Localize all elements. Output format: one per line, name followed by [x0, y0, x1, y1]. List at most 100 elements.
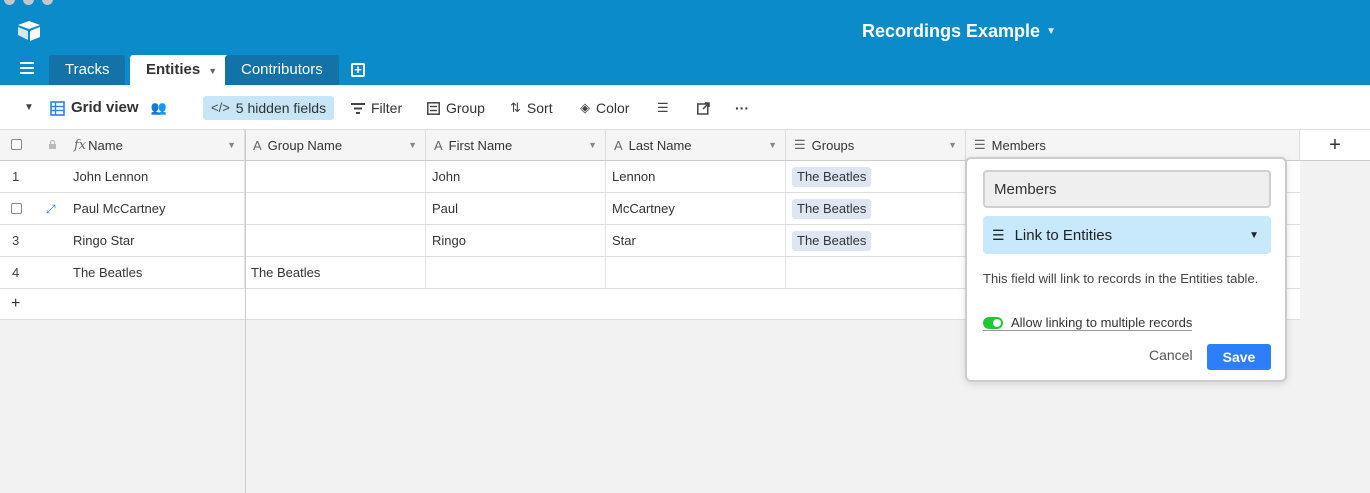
expand-record-icon[interactable]: ⤢ — [46, 202, 56, 217]
field-type-select[interactable]: ☰ Link to Entities ▼ — [983, 216, 1271, 254]
share-view-button[interactable] — [697, 96, 710, 120]
sort-button[interactable]: ⇅ Sort — [510, 96, 553, 120]
linked-record-chip[interactable]: The Beatles — [792, 199, 872, 219]
add-field-button[interactable]: + — [1300, 130, 1370, 161]
chevron-down-icon[interactable]: ▼ — [768, 140, 777, 150]
linked-record-chip[interactable]: The Beatles — [792, 167, 872, 187]
cell-group-name[interactable] — [245, 193, 426, 225]
column-header-groups[interactable]: ☰ Groups ▼ — [786, 130, 966, 161]
ellipsis-icon: ··· — [735, 100, 749, 116]
multiple-records-toggle-row[interactable]: Allow linking to multiple records — [983, 315, 1193, 331]
row-height-icon: ☰ — [657, 100, 669, 115]
formula-icon: fx — [74, 137, 87, 153]
view-switcher-toggle[interactable]: ▼ — [24, 96, 34, 120]
link-field-icon: ☰ — [794, 137, 806, 152]
cell-first-name[interactable] — [426, 257, 606, 289]
column-label: Group Name — [267, 137, 343, 153]
cell-first-name[interactable]: Paul — [426, 193, 606, 225]
lock-icon — [49, 140, 56, 149]
base-title[interactable]: Recordings Example ▼ — [862, 21, 1056, 42]
row-number: 4 — [12, 265, 20, 280]
chevron-down-icon[interactable]: ▼ — [948, 140, 957, 150]
column-label: Name — [88, 137, 123, 153]
chevron-down-icon[interactable]: ▼ — [227, 140, 236, 150]
chevron-down-icon[interactable]: ▼ — [208, 66, 217, 76]
add-record-icon[interactable]: + — [11, 295, 20, 313]
collaborators-icon[interactable]: 👥 — [151, 96, 167, 120]
select-all-checkbox[interactable] — [11, 139, 22, 150]
cell-groups[interactable] — [786, 257, 966, 289]
cell-group-name[interactable] — [245, 225, 426, 257]
filter-icon — [351, 102, 365, 114]
cell-last-name[interactable]: Lennon — [606, 161, 786, 193]
zoom-window-button[interactable] — [42, 0, 53, 5]
hidden-fields-button[interactable]: </> 5 hidden fields — [203, 96, 335, 120]
field-config-popup: ☰ Link to Entities ▼ This field will lin… — [965, 157, 1287, 382]
cell-group-name[interactable]: The Beatles — [245, 257, 426, 289]
paint-bucket-icon: ◈ — [580, 100, 590, 115]
group-icon — [427, 101, 440, 115]
column-header-last-name[interactable]: A Last Name ▼ — [606, 130, 786, 161]
tab-label: Contributors — [241, 61, 323, 78]
tab-tracks[interactable]: Tracks — [49, 55, 126, 85]
column-header-group-name[interactable]: A Group Name ▼ — [245, 130, 426, 161]
app-header: Recordings Example ▼ Tracks Entities ▼ Co… — [0, 0, 1370, 85]
cell-group-name[interactable] — [245, 161, 426, 193]
text-field-icon: A — [614, 137, 623, 153]
cell-last-name[interactable] — [606, 257, 786, 289]
cell-name[interactable]: John Lennon — [67, 161, 245, 193]
column-label: First Name — [448, 137, 513, 153]
more-options-button[interactable]: ··· — [735, 96, 749, 120]
close-window-button[interactable] — [4, 0, 15, 5]
chevron-down-icon[interactable]: ▼ — [408, 140, 417, 150]
text-field-icon: A — [253, 137, 262, 153]
cell-name[interactable]: The Beatles — [67, 257, 245, 289]
save-button[interactable]: Save — [1207, 344, 1271, 370]
eye-slash-icon: </> — [211, 100, 230, 115]
multiple-records-toggle[interactable] — [983, 316, 1003, 329]
column-header-name[interactable]: fx Name ▼ — [0, 130, 245, 161]
chevron-down-icon: ▼ — [24, 102, 34, 113]
sort-icon: ⇅ — [510, 100, 521, 115]
tab-entities[interactable]: Entities ▼ — [130, 55, 234, 85]
cell-groups[interactable]: The Beatles — [786, 161, 966, 193]
base-title-text: Recordings Example — [862, 21, 1041, 41]
toggle-label: Allow linking to multiple records — [1011, 315, 1193, 330]
hamburger-menu-icon[interactable] — [20, 62, 38, 78]
tab-contributors[interactable]: Contributors — [225, 55, 339, 85]
filter-button[interactable]: Filter — [351, 96, 402, 120]
column-header-first-name[interactable]: A First Name ▼ — [426, 130, 606, 161]
filter-label: Filter — [371, 100, 403, 116]
field-description: This field will link to records in the E… — [983, 271, 1259, 286]
row-checkbox[interactable] — [11, 203, 22, 214]
cell-groups[interactable]: The Beatles — [786, 193, 966, 225]
airtable-logo-icon[interactable] — [16, 20, 42, 42]
cancel-button[interactable]: Cancel — [1149, 347, 1193, 363]
column-label: Groups — [811, 137, 855, 153]
field-type-label: Link to Entities — [1014, 226, 1113, 244]
chevron-down-icon: ▼ — [1046, 26, 1056, 37]
cell-last-name[interactable]: McCartney — [606, 193, 786, 225]
text-field-icon: A — [434, 137, 443, 153]
chevron-down-icon[interactable]: ▼ — [588, 140, 597, 150]
add-table-icon[interactable]: + — [351, 63, 365, 77]
field-name-input[interactable] — [983, 170, 1271, 208]
view-name[interactable]: Grid view 👥 — [50, 96, 167, 120]
cell-groups[interactable]: The Beatles — [786, 225, 966, 257]
share-icon — [697, 101, 710, 115]
linked-record-chip[interactable]: The Beatles — [792, 231, 872, 251]
column-label: Last Name — [628, 137, 692, 153]
row-number: 3 — [12, 233, 20, 248]
cell-first-name[interactable]: John — [426, 161, 606, 193]
cell-name[interactable]: Paul McCartney — [67, 193, 245, 225]
group-button[interactable]: Group — [427, 96, 485, 120]
chevron-down-icon: ▼ — [1249, 229, 1259, 241]
cell-last-name[interactable]: Star — [606, 225, 786, 257]
tab-label: Entities — [146, 61, 201, 78]
minimize-window-button[interactable] — [23, 0, 34, 5]
color-button[interactable]: ◈ Color — [580, 96, 629, 120]
cell-first-name[interactable]: Ringo — [426, 225, 606, 257]
view-name-label: Grid view — [71, 99, 139, 116]
row-height-button[interactable]: ☰ — [657, 96, 669, 120]
cell-name[interactable]: Ringo Star — [67, 225, 245, 257]
